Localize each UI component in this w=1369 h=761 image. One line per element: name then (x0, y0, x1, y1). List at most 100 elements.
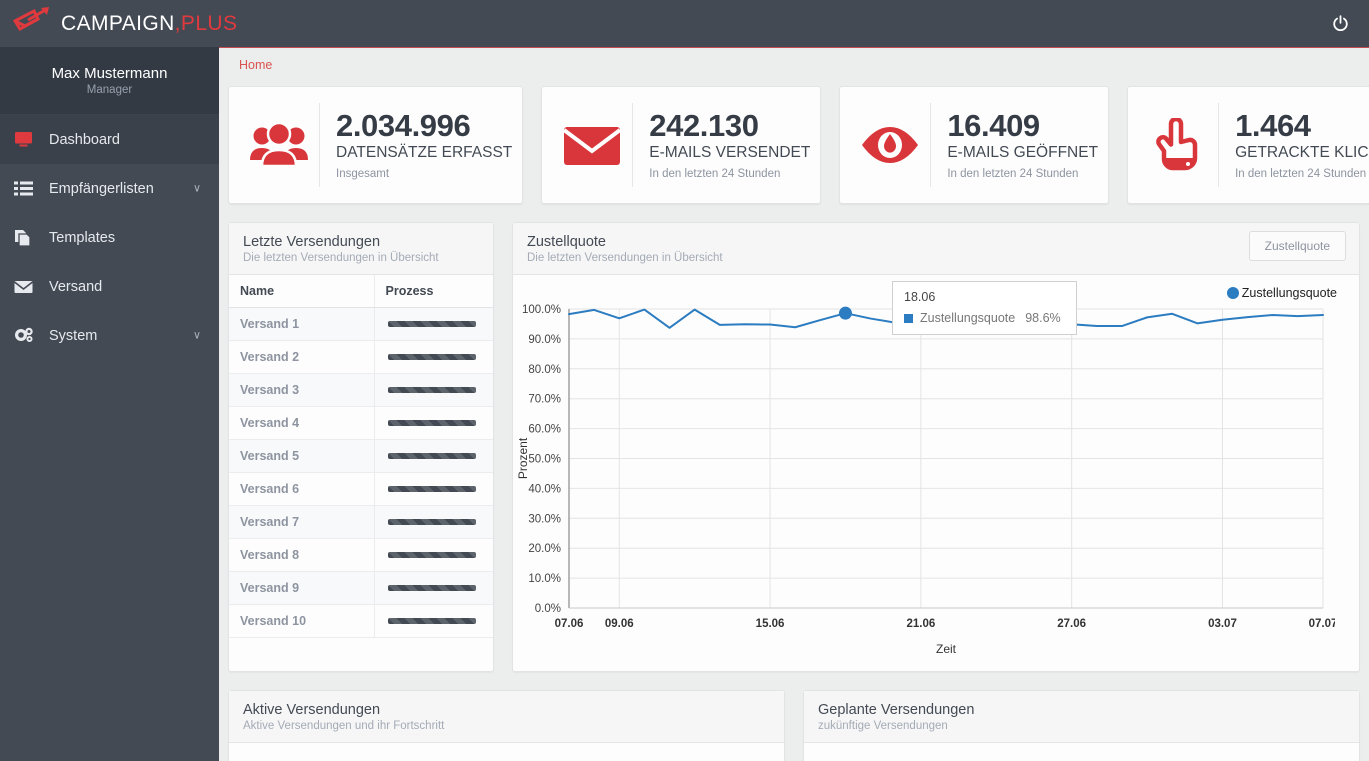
progress-wrapper (386, 618, 483, 624)
tooltip-series-row: Zustellungsquote 98.6% (904, 311, 1065, 325)
cell-progress (374, 505, 493, 539)
middle-row: Letzte Versendungen Die letzten Versendu… (228, 222, 1360, 672)
progress-wrapper (386, 519, 483, 525)
recent-shipments-subtitle: Die letzten Versendungen in Übersicht (243, 252, 439, 264)
stat-sub-getrackte-klicks: In den letzten 24 Stunden (1235, 167, 1367, 180)
y-tick-label: 30.0% (528, 513, 561, 525)
cell-progress (374, 307, 493, 341)
x-tick-label: 09.06 (605, 618, 634, 630)
chevron-down-icon-empfaengerlisten: ∨ (192, 182, 201, 194)
y-tick-label: 80.0% (528, 364, 561, 376)
stat-card-emails-versendet: 242.130 E-MAILS VERSENDET In den letzten… (541, 86, 822, 204)
stat-sub-emails-geoeffnet: In den letzten 24 Stunden (947, 167, 1079, 180)
table-row: Versand 9 (229, 571, 493, 605)
cell-name: Versand 5 (229, 439, 375, 473)
zustellquote-button[interactable]: Zustellquote (1248, 231, 1346, 261)
sidebar-item-dashboard[interactable]: Dashboard (0, 115, 219, 164)
stat-body: 16.409 E-MAILS GEÖFFNET In den letzten 2… (931, 110, 1098, 180)
recent-shipments-table: Name Prozess Versand 1 Versand 2 Versand 3… (229, 275, 493, 638)
y-tick-label: 10.0% (528, 573, 561, 585)
sidebar-item-empfaengerlisten[interactable]: Empfängerlisten ∨ (0, 164, 219, 213)
progress-wrapper (386, 453, 483, 459)
cell-name: Versand 8 (229, 538, 375, 572)
y-tick-label: 90.0% (528, 334, 561, 346)
cell-name: Versand 6 (229, 472, 375, 506)
table-row: Versand 4 (229, 406, 493, 440)
sidebar-item-system[interactable]: System ∨ (0, 311, 219, 360)
sidebar-item-templates[interactable]: Templates (0, 213, 219, 262)
envelope-arrow-logo-icon (12, 6, 52, 41)
stat-cards-row: 2.034.996 DATENSÄTZE ERFASST Insgesamt 2… (228, 82, 1369, 204)
sidebar-item-versand[interactable]: Versand (0, 262, 219, 311)
y-tick-label: 70.0% (528, 394, 561, 406)
cell-progress (374, 439, 493, 473)
user-info: Max Mustermann Manager (0, 47, 219, 115)
sidebar-label-dashboard: Dashboard (49, 131, 120, 148)
progress-bar (387, 453, 476, 459)
list-icon (14, 180, 38, 198)
chart-tooltip: 18.06 Zustellungsquote 98.6% (892, 281, 1077, 335)
progress-wrapper (386, 420, 483, 426)
table-row: Versand 6 (229, 472, 493, 506)
cell-name: Versand 3 (229, 373, 375, 407)
x-tick-label: 21.06 (906, 618, 935, 630)
stat-body: 242.130 E-MAILS VERSENDET In den letzten… (633, 110, 810, 180)
recent-shipments-panel: Letzte Versendungen Die letzten Versendu… (228, 222, 494, 672)
planned-shipments-panel: Geplante Versendungen zukünftige Versend… (803, 690, 1360, 761)
x-tick-label: 07.07 (1309, 618, 1335, 630)
planned-shipments-subtitle: zukünftige Versendungen (818, 720, 948, 732)
cell-progress (374, 472, 493, 506)
x-tick-label: 03.07 (1208, 618, 1237, 630)
table-row: Versand 7 (229, 505, 493, 539)
column-header-prozess: Prozess (374, 275, 493, 308)
progress-wrapper (386, 321, 483, 327)
table-header-row: Name Prozess (229, 275, 493, 308)
progress-bar (387, 585, 476, 591)
stat-sub-datensaetze: Insgesamt (336, 167, 390, 180)
breadcrumb-item-home[interactable]: Home (239, 58, 272, 72)
cell-name: Versand 2 (229, 340, 375, 374)
table-header: Name Prozess (229, 275, 493, 308)
table-row: Versand 10 (229, 604, 493, 638)
stat-card-datensaetze: 2.034.996 DATENSÄTZE ERFASST Insgesamt (228, 86, 524, 204)
cell-name: Versand 1 (229, 307, 375, 341)
progress-bar (387, 387, 476, 393)
y-tick-label: 100.0% (522, 304, 561, 316)
user-name: Max Mustermann (51, 65, 168, 82)
cell-progress (374, 373, 493, 407)
delivery-rate-panel: Zustellquote Die letzten Versendungen in… (512, 222, 1360, 672)
stat-number-getrackte-klicks: 1.464 (1235, 110, 1311, 144)
progress-bar (387, 519, 476, 525)
progress-wrapper (386, 387, 483, 393)
progress-wrapper (386, 486, 483, 492)
x-tick-label: 15.06 (756, 618, 785, 630)
cell-progress (374, 571, 493, 605)
active-shipments-header: Aktive Versendungen Aktive Versendungen … (229, 691, 784, 743)
progress-wrapper (386, 552, 483, 558)
top-bar: CAMPAIGN,PLUS (0, 0, 1369, 47)
y-tick-label: 40.0% (528, 483, 561, 495)
delivery-rate-chart: 0.0% 10.0% 20.0% 30.0% 40.0% 50.0% 60.0% 70.0% 8… (513, 275, 1359, 660)
main-content: Home 2.034.996 DATENSÄTZE ERFASST Insges… (219, 47, 1369, 761)
logo-word-primary: CAMPAIGN (61, 11, 175, 35)
stat-body: 2.034.996 DATENSÄTZE ERFASST Insgesamt (320, 110, 512, 180)
copy-files-icon (14, 229, 38, 247)
cell-name: Versand 10 (229, 604, 375, 638)
delivery-rate-subtitle: Die letzten Versendungen in Übersicht (527, 252, 723, 264)
pointing-hand-icon (1138, 118, 1218, 172)
bottom-row: Aktive Versendungen Aktive Versendungen … (228, 690, 1360, 761)
power-icon[interactable] (1325, 9, 1355, 39)
y-tick-label: 0.0% (535, 603, 561, 615)
cell-progress (374, 406, 493, 440)
highlighted-data-point[interactable] (838, 306, 852, 320)
tooltip-series-name: Zustellungsquote (920, 311, 1016, 325)
content-wrap: 2.034.996 DATENSÄTZE ERFASST Insgesamt 2… (219, 82, 1369, 761)
table-body: Versand 1 Versand 2 Versand 3 Versand 4 Vers… (229, 307, 493, 638)
progress-wrapper (386, 354, 483, 360)
stat-label-emails-versendet: E-MAILS VERSENDET (649, 143, 811, 161)
monitor-icon (14, 131, 38, 149)
app-logo[interactable]: CAMPAIGN,PLUS (0, 0, 237, 47)
legend-marker-icon (1226, 287, 1239, 299)
recent-shipments-header: Letzte Versendungen Die letzten Versendu… (229, 223, 493, 275)
progress-wrapper (386, 585, 483, 591)
